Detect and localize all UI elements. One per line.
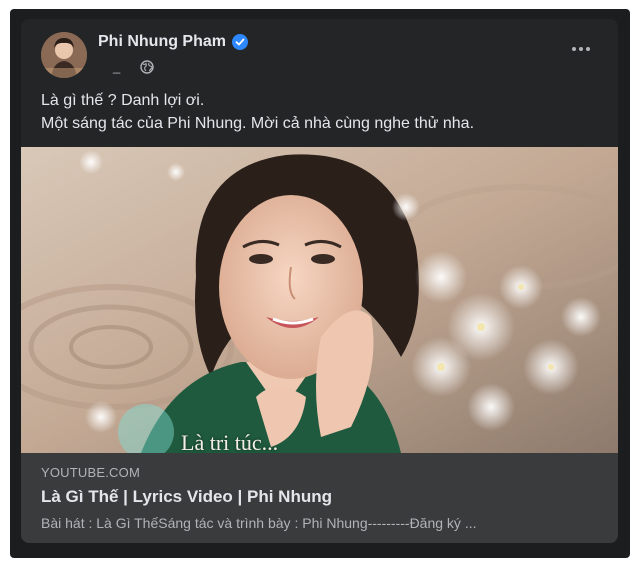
link-domain: YOUTUBE.COM (41, 465, 140, 480)
post-text-line-1: Là gì thế ? Danh lợi ơi. (41, 92, 205, 109)
post-text: Là gì thế ? Danh lợi ơi. Một sáng tác củ… (41, 89, 601, 135)
video-thumbnail[interactable]: Là tri túc... (21, 147, 618, 453)
link-preview[interactable]: YOUTUBE.COM Là Gì Thế | Lyrics Video | P… (21, 453, 618, 543)
video-caption: Là tri túc... (181, 430, 279, 453)
link-description: Bài hát : Là Gì ThếSáng tác và trình bày… (41, 515, 477, 531)
globe-icon[interactable] (140, 59, 154, 74)
post-timestamp[interactable]: _ (113, 59, 120, 74)
post-text-line-2: Một sáng tác của Phi Nhung. Mời cả nhà c… (41, 115, 475, 132)
verified-badge-icon (232, 34, 248, 50)
thumbnail-image (21, 147, 618, 453)
author-name[interactable]: Phi Nhung Pham (98, 33, 226, 51)
more-options-icon[interactable] (564, 36, 598, 62)
author-avatar[interactable] (41, 32, 87, 78)
post-meta: _ (113, 59, 154, 74)
author-header: Phi Nhung Pham (98, 33, 248, 51)
facebook-post-card: Phi Nhung Pham _ Là gì thế ? Danh lợi ơi… (21, 19, 618, 543)
link-title[interactable]: Là Gì Thế | Lyrics Video | Phi Nhung (41, 487, 332, 507)
